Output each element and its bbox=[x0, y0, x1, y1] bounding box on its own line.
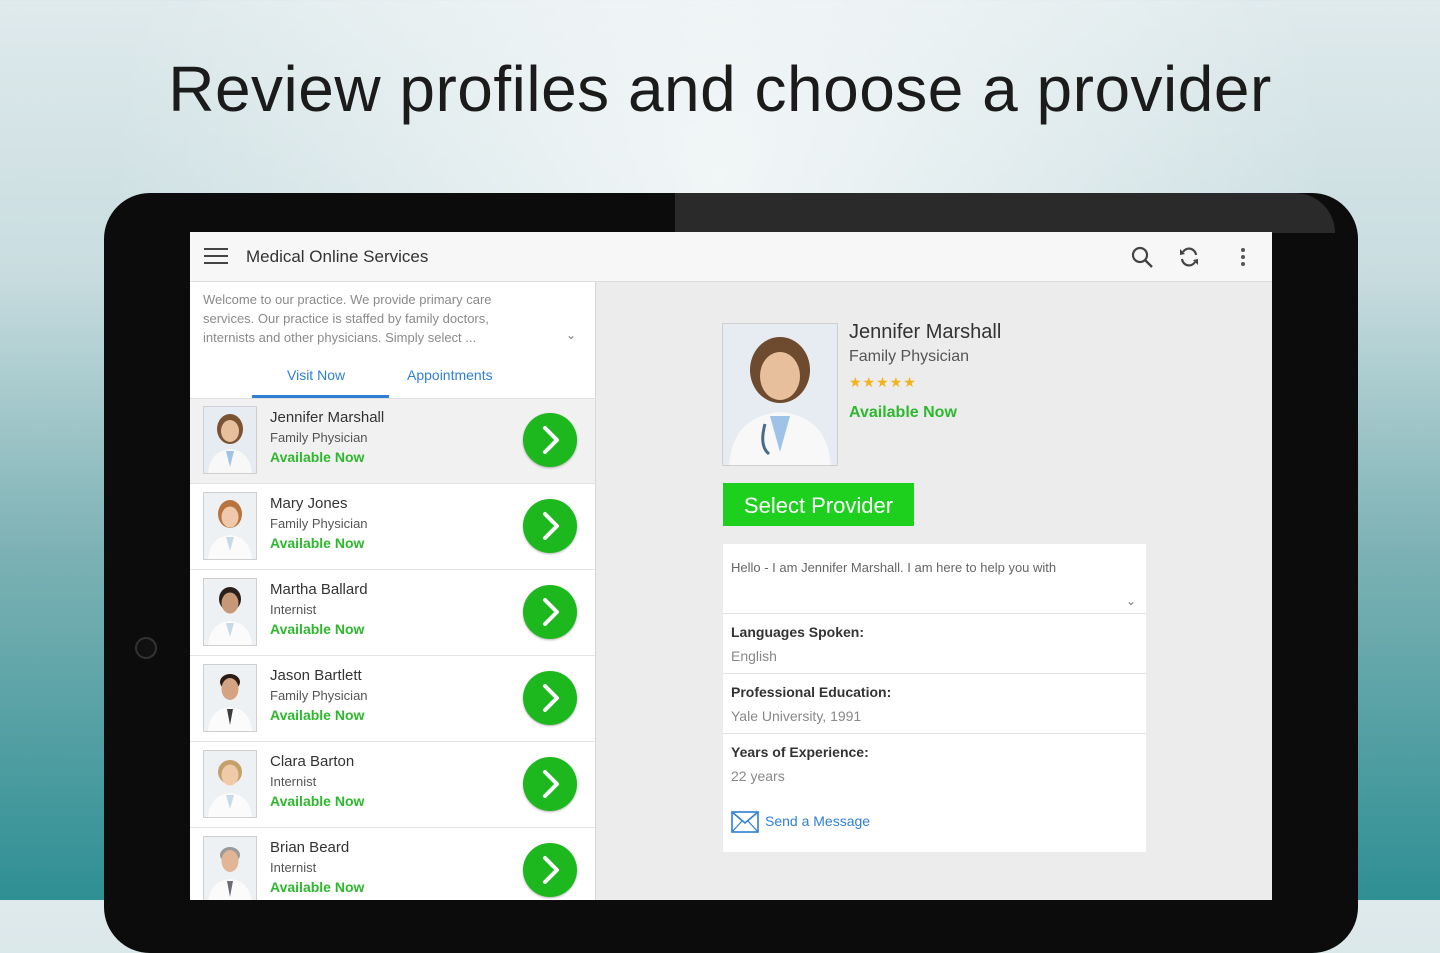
tab-visit-now[interactable]: Visit Now bbox=[287, 367, 345, 383]
provider-name: Jennifer Marshall bbox=[270, 409, 385, 426]
provider-specialty: Internist bbox=[270, 774, 317, 789]
app-screen: Medical Online Services Welcome to our p… bbox=[190, 232, 1272, 900]
list-item[interactable]: Clara Barton Internist Available Now bbox=[190, 743, 595, 828]
field-label: Professional Education: bbox=[731, 684, 892, 700]
provider-specialty: Internist bbox=[270, 860, 317, 875]
field-value: Yale University, 1991 bbox=[731, 708, 862, 724]
provider-specialty: Family Physician bbox=[270, 516, 368, 531]
chevron-down-icon[interactable]: ⌄ bbox=[1126, 594, 1136, 608]
provider-status: Available Now bbox=[270, 449, 365, 465]
provider-status: Available Now bbox=[270, 793, 365, 809]
avatar bbox=[203, 492, 257, 560]
provider-name: Jennifer Marshall bbox=[849, 321, 1002, 343]
avatar bbox=[203, 836, 257, 900]
provider-specialty: Family Physician bbox=[270, 430, 368, 445]
list-item[interactable]: Mary Jones Family Physician Available No… bbox=[190, 485, 595, 570]
provider-status: Available Now bbox=[270, 535, 365, 551]
chevron-right-icon[interactable] bbox=[523, 413, 577, 467]
list-item[interactable]: Jason Bartlett Family Physician Availabl… bbox=[190, 657, 595, 742]
detail-field: Years of Experience: 22 years bbox=[723, 733, 1146, 794]
chevron-right-icon[interactable] bbox=[523, 585, 577, 639]
provider-status: Available Now bbox=[270, 879, 365, 895]
chevron-down-icon[interactable]: ⌄ bbox=[566, 328, 576, 342]
provider-status: Available Now bbox=[270, 707, 365, 723]
camera-icon bbox=[135, 637, 157, 659]
refresh-icon[interactable] bbox=[1176, 244, 1202, 270]
chevron-right-icon[interactable] bbox=[523, 499, 577, 553]
search-icon[interactable] bbox=[1129, 244, 1155, 270]
chevron-right-icon[interactable] bbox=[523, 843, 577, 897]
chevron-right-icon[interactable] bbox=[523, 671, 577, 725]
provider-specialty: Family Physician bbox=[270, 688, 368, 703]
field-value: English bbox=[731, 648, 777, 664]
detail-field: Professional Education: Yale University,… bbox=[723, 673, 1146, 734]
app-bar: Medical Online Services bbox=[190, 232, 1272, 282]
provider-name: Martha Ballard bbox=[270, 581, 368, 598]
provider-details-card: Hello - I am Jennifer Marshall. I am her… bbox=[723, 544, 1146, 852]
welcome-text: Welcome to our practice. We provide prim… bbox=[203, 292, 492, 345]
provider-name: Brian Beard bbox=[270, 839, 350, 856]
list-item[interactable]: Martha Ballard Internist Available Now bbox=[190, 571, 595, 656]
tab-appointments[interactable]: Appointments bbox=[407, 367, 493, 383]
provider-status: Available Now bbox=[849, 404, 957, 421]
provider-name: Mary Jones bbox=[270, 495, 348, 512]
provider-status: Available Now bbox=[270, 621, 365, 637]
more-vert-icon[interactable] bbox=[1230, 244, 1256, 270]
list-item[interactable]: Jennifer Marshall Family Physician Avail… bbox=[190, 399, 595, 484]
provider-photo bbox=[722, 323, 838, 466]
avatar bbox=[203, 750, 257, 818]
provider-name: Clara Barton bbox=[270, 753, 355, 770]
provider-specialty: Internist bbox=[270, 602, 317, 617]
detail-field: Languages Spoken: English bbox=[723, 613, 1146, 674]
field-label: Languages Spoken: bbox=[731, 624, 865, 640]
select-provider-button[interactable]: Select Provider bbox=[723, 483, 914, 526]
provider-specialty: Family Physician bbox=[849, 348, 970, 365]
menu-icon[interactable] bbox=[204, 248, 228, 266]
rating-stars: ★★★★★ bbox=[849, 374, 917, 390]
tablet-reflection bbox=[675, 193, 1335, 233]
field-value: 22 years bbox=[731, 768, 785, 784]
send-message-link[interactable]: Send a Message bbox=[765, 813, 870, 829]
avatar bbox=[203, 406, 257, 474]
headline: Review profiles and choose a provider bbox=[168, 53, 1272, 125]
field-label: Years of Experience: bbox=[731, 744, 869, 760]
list-item[interactable]: Brian Beard Internist Available Now bbox=[190, 829, 595, 900]
provider-list-panel: Welcome to our practice. We provide prim… bbox=[190, 282, 596, 900]
provider-bio: Hello - I am Jennifer Marshall. I am her… bbox=[731, 560, 1057, 575]
mail-icon[interactable] bbox=[731, 811, 759, 833]
avatar bbox=[203, 664, 257, 732]
app-title: Medical Online Services bbox=[246, 247, 429, 266]
chevron-right-icon[interactable] bbox=[523, 757, 577, 811]
avatar bbox=[203, 578, 257, 646]
provider-name: Jason Bartlett bbox=[270, 667, 362, 684]
